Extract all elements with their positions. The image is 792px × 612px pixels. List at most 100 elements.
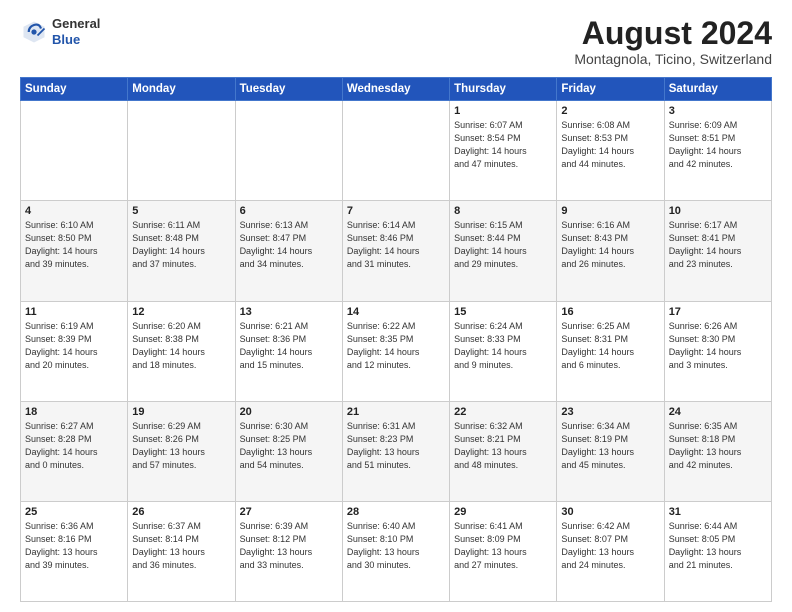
day-number: 7	[347, 205, 445, 217]
day-info: Sunrise: 6:19 AM Sunset: 8:39 PM Dayligh…	[25, 320, 123, 372]
day-info: Sunrise: 6:29 AM Sunset: 8:26 PM Dayligh…	[132, 420, 230, 472]
day-info: Sunrise: 6:09 AM Sunset: 8:51 PM Dayligh…	[669, 119, 767, 171]
table-row: 19Sunrise: 6:29 AM Sunset: 8:26 PM Dayli…	[128, 401, 235, 501]
day-info: Sunrise: 6:40 AM Sunset: 8:10 PM Dayligh…	[347, 520, 445, 572]
day-number: 14	[347, 306, 445, 318]
day-number: 18	[25, 406, 123, 418]
calendar-header-row: Sunday Monday Tuesday Wednesday Thursday…	[21, 78, 772, 101]
col-friday: Friday	[557, 78, 664, 101]
day-info: Sunrise: 6:26 AM Sunset: 8:30 PM Dayligh…	[669, 320, 767, 372]
table-row: 11 Sunrise: 6:19 AM Sunset: 8:39 PM Dayli…	[21, 301, 128, 401]
calendar-week-row: 11 Sunrise: 6:19 AM Sunset: 8:39 PM Dayli…	[21, 301, 772, 401]
day-number: 28	[347, 506, 445, 518]
month-title: August 2024	[574, 16, 772, 51]
calendar-week-row: 4 Sunrise: 6:10 AM Sunset: 8:50 PM Daylig…	[21, 201, 772, 301]
col-thursday: Thursday	[450, 78, 557, 101]
logo-text: General Blue	[52, 16, 100, 47]
day-number: 25	[25, 506, 123, 518]
table-row: 26Sunrise: 6:37 AM Sunset: 8:14 PM Dayli…	[128, 501, 235, 601]
table-row: 25 Sunrise: 6:36 AM Sunset: 8:16 PM Dayli…	[21, 501, 128, 601]
table-row: 29Sunrise: 6:41 AM Sunset: 8:09 PM Dayli…	[450, 501, 557, 601]
header: General Blue August 2024 Montagnola, Tic…	[20, 16, 772, 67]
day-number: 2	[561, 105, 659, 117]
table-row: 18 Sunrise: 6:27 AM Sunset: 8:28 PM Dayli…	[21, 401, 128, 501]
day-info: Sunrise: 6:44 AM Sunset: 8:05 PM Dayligh…	[669, 520, 767, 572]
logo-blue: Blue	[52, 32, 80, 47]
table-row: 3Sunrise: 6:09 AM Sunset: 8:51 PM Daylig…	[664, 101, 771, 201]
table-row: 22Sunrise: 6:32 AM Sunset: 8:21 PM Dayli…	[450, 401, 557, 501]
table-row	[342, 101, 449, 201]
day-number: 6	[240, 205, 338, 217]
table-row: 5 Sunrise: 6:11 AM Sunset: 8:48 PM Daylig…	[128, 201, 235, 301]
day-info: Sunrise: 6:37 AM Sunset: 8:14 PM Dayligh…	[132, 520, 230, 572]
day-number: 8	[454, 205, 552, 217]
table-row: 9 Sunrise: 6:16 AM Sunset: 8:43 PM Daylig…	[557, 201, 664, 301]
calendar-week-row: 25 Sunrise: 6:36 AM Sunset: 8:16 PM Dayli…	[21, 501, 772, 601]
logo-general: General	[52, 16, 100, 31]
day-number: 11	[25, 306, 123, 318]
table-row: 23 Sunrise: 6:34 AM Sunset: 8:19 PM Dayli…	[557, 401, 664, 501]
table-row: 8 Sunrise: 6:15 AM Sunset: 8:44 PM Daylig…	[450, 201, 557, 301]
calendar-week-row: 18 Sunrise: 6:27 AM Sunset: 8:28 PM Dayli…	[21, 401, 772, 501]
day-info: Sunrise: 6:27 AM Sunset: 8:28 PM Dayligh…	[25, 420, 123, 472]
day-info: Sunrise: 6:22 AM Sunset: 8:35 PM Dayligh…	[347, 320, 445, 372]
day-number: 9	[561, 205, 659, 217]
day-info: Sunrise: 6:30 AM Sunset: 8:25 PM Dayligh…	[240, 420, 338, 472]
day-info: Sunrise: 6:15 AM Sunset: 8:44 PM Dayligh…	[454, 219, 552, 271]
day-info: Sunrise: 6:13 AM Sunset: 8:47 PM Dayligh…	[240, 219, 338, 271]
day-info: Sunrise: 6:39 AM Sunset: 8:12 PM Dayligh…	[240, 520, 338, 572]
table-row: 7Sunrise: 6:14 AM Sunset: 8:46 PM Daylig…	[342, 201, 449, 301]
table-row: 2 Sunrise: 6:08 AM Sunset: 8:53 PM Daylig…	[557, 101, 664, 201]
day-info: Sunrise: 6:21 AM Sunset: 8:36 PM Dayligh…	[240, 320, 338, 372]
col-saturday: Saturday	[664, 78, 771, 101]
day-number: 12	[132, 306, 230, 318]
day-number: 15	[454, 306, 552, 318]
table-row: 6 Sunrise: 6:13 AM Sunset: 8:47 PM Daylig…	[235, 201, 342, 301]
page: General Blue August 2024 Montagnola, Tic…	[0, 0, 792, 612]
day-info: Sunrise: 6:10 AM Sunset: 8:50 PM Dayligh…	[25, 219, 123, 271]
col-wednesday: Wednesday	[342, 78, 449, 101]
day-number: 31	[669, 506, 767, 518]
table-row: 21 Sunrise: 6:31 AM Sunset: 8:23 PM Dayli…	[342, 401, 449, 501]
table-row: 20Sunrise: 6:30 AM Sunset: 8:25 PM Dayli…	[235, 401, 342, 501]
day-number: 21	[347, 406, 445, 418]
day-info: Sunrise: 6:17 AM Sunset: 8:41 PM Dayligh…	[669, 219, 767, 271]
day-info: Sunrise: 6:11 AM Sunset: 8:48 PM Dayligh…	[132, 219, 230, 271]
table-row: 27 Sunrise: 6:39 AM Sunset: 8:12 PM Dayli…	[235, 501, 342, 601]
day-number: 17	[669, 306, 767, 318]
day-info: Sunrise: 6:34 AM Sunset: 8:19 PM Dayligh…	[561, 420, 659, 472]
calendar-week-row: 1Sunrise: 6:07 AM Sunset: 8:54 PM Daylig…	[21, 101, 772, 201]
table-row: 13Sunrise: 6:21 AM Sunset: 8:36 PM Dayli…	[235, 301, 342, 401]
day-info: Sunrise: 6:36 AM Sunset: 8:16 PM Dayligh…	[25, 520, 123, 572]
table-row	[21, 101, 128, 201]
col-sunday: Sunday	[21, 78, 128, 101]
table-row: 16 Sunrise: 6:25 AM Sunset: 8:31 PM Dayli…	[557, 301, 664, 401]
table-row: 4 Sunrise: 6:10 AM Sunset: 8:50 PM Daylig…	[21, 201, 128, 301]
day-info: Sunrise: 6:25 AM Sunset: 8:31 PM Dayligh…	[561, 320, 659, 372]
table-row: 31 Sunrise: 6:44 AM Sunset: 8:05 PM Dayli…	[664, 501, 771, 601]
day-number: 27	[240, 506, 338, 518]
day-info: Sunrise: 6:16 AM Sunset: 8:43 PM Dayligh…	[561, 219, 659, 271]
day-number: 29	[454, 506, 552, 518]
table-row	[235, 101, 342, 201]
logo: General Blue	[20, 16, 100, 47]
day-info: Sunrise: 6:31 AM Sunset: 8:23 PM Dayligh…	[347, 420, 445, 472]
day-number: 5	[132, 205, 230, 217]
table-row: 17 Sunrise: 6:26 AM Sunset: 8:30 PM Dayli…	[664, 301, 771, 401]
day-number: 4	[25, 205, 123, 217]
day-info: Sunrise: 6:35 AM Sunset: 8:18 PM Dayligh…	[669, 420, 767, 472]
day-info: Sunrise: 6:08 AM Sunset: 8:53 PM Dayligh…	[561, 119, 659, 171]
day-number: 30	[561, 506, 659, 518]
day-number: 23	[561, 406, 659, 418]
day-info: Sunrise: 6:20 AM Sunset: 8:38 PM Dayligh…	[132, 320, 230, 372]
col-tuesday: Tuesday	[235, 78, 342, 101]
day-number: 1	[454, 105, 552, 117]
day-info: Sunrise: 6:42 AM Sunset: 8:07 PM Dayligh…	[561, 520, 659, 572]
day-number: 10	[669, 205, 767, 217]
location-title: Montagnola, Ticino, Switzerland	[574, 51, 772, 67]
table-row: 28 Sunrise: 6:40 AM Sunset: 8:10 PM Dayli…	[342, 501, 449, 601]
title-block: August 2024 Montagnola, Ticino, Switzerl…	[574, 16, 772, 67]
day-number: 22	[454, 406, 552, 418]
day-number: 16	[561, 306, 659, 318]
logo-icon	[20, 18, 48, 46]
